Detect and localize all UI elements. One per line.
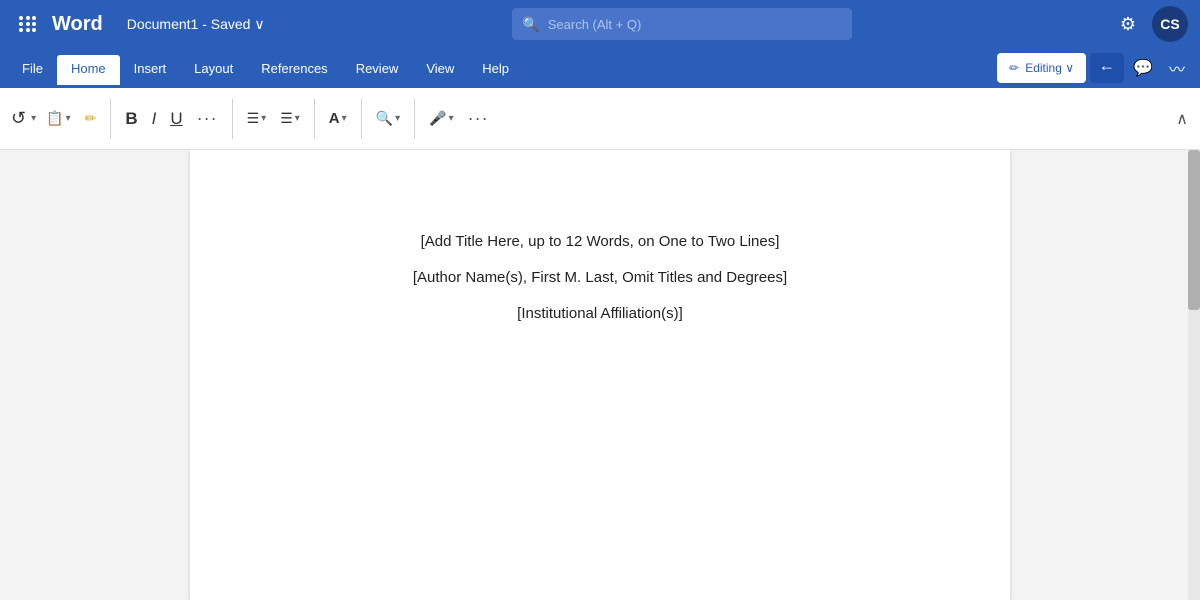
- menu-item-review[interactable]: Review: [342, 55, 413, 82]
- undo-icon: ↺: [11, 108, 26, 129]
- search-input[interactable]: [548, 17, 843, 32]
- collapse-icon: ∧: [1176, 111, 1188, 128]
- grid-icon: [19, 16, 37, 32]
- activity-button[interactable]: 〰: [1162, 53, 1192, 83]
- menu-item-layout[interactable]: Layout: [180, 55, 247, 82]
- bullet-list-button[interactable]: ☰ ▾: [241, 101, 273, 137]
- document-line-3[interactable]: [Institutional Affiliation(s)]: [517, 302, 683, 326]
- comment-button[interactable]: 💬: [1128, 53, 1158, 83]
- align-dropdown-icon: ▾: [295, 113, 300, 124]
- pencil-icon: ✏: [1009, 61, 1019, 75]
- document-line-1[interactable]: [Add Title Here, up to 12 Words, on One …: [421, 230, 780, 254]
- document-line-2[interactable]: [Author Name(s), First M. Last, Omit Tit…: [413, 266, 787, 290]
- ribbon-separator-1: [110, 99, 111, 139]
- font-color-button[interactable]: A ▾: [323, 101, 353, 137]
- document-area: [Add Title Here, up to 12 Words, on One …: [0, 150, 1200, 600]
- settings-button[interactable]: ⚙: [1112, 8, 1144, 40]
- bullet-list-icon: ☰: [247, 110, 260, 127]
- undo-button[interactable]: ↺: [8, 101, 29, 137]
- font-color-dropdown-icon: ▾: [342, 113, 347, 124]
- ribbon-separator-5: [414, 99, 415, 139]
- menu-bar: File Home Insert Layout References Revie…: [0, 48, 1200, 88]
- italic-icon: I: [152, 109, 157, 129]
- find-icon: 🔍: [376, 110, 393, 127]
- undo-group: ↺ ▾: [8, 101, 38, 137]
- title-bar-right: ⚙ CS: [1112, 6, 1188, 42]
- editing-button[interactable]: ✏ Editing ∨: [997, 53, 1086, 83]
- title-bar: Word Document1 - Saved ∨ 🔍 ⚙ CS: [0, 0, 1200, 48]
- document-title[interactable]: Document1 - Saved ∨: [127, 16, 265, 33]
- dictate-dropdown-icon: ▾: [449, 113, 454, 124]
- menu-item-help[interactable]: Help: [468, 55, 523, 82]
- ribbon-end: ∧: [1172, 105, 1192, 133]
- italic-button[interactable]: I: [146, 101, 163, 137]
- menu-item-file[interactable]: File: [8, 55, 57, 82]
- share-icon: ↑: [1098, 64, 1116, 72]
- grid-icon-button[interactable]: [12, 8, 44, 40]
- avatar[interactable]: CS: [1152, 6, 1188, 42]
- menu-item-view[interactable]: View: [412, 55, 468, 82]
- ribbon-separator-2: [232, 99, 233, 139]
- menu-item-references[interactable]: References: [247, 55, 341, 82]
- align-icon: ☰: [280, 110, 293, 127]
- find-button[interactable]: 🔍 ▾: [370, 101, 406, 137]
- ribbon-collapse-button[interactable]: ∧: [1172, 105, 1192, 133]
- bold-button[interactable]: B: [119, 101, 143, 137]
- extra-icon: ···: [468, 108, 489, 129]
- comment-icon: 💬: [1133, 58, 1153, 78]
- scrollbar[interactable]: [1188, 150, 1200, 600]
- more-formatting-icon: ···: [197, 108, 218, 129]
- menu-item-insert[interactable]: Insert: [120, 55, 181, 82]
- ribbon: ↺ ▾ 📋 ▾ ✏ B I U ··· ☰ ▾ ☰ ▾: [0, 88, 1200, 150]
- app-name: Word: [52, 13, 103, 36]
- search-icon: 🔍: [522, 16, 539, 33]
- extra-button[interactable]: ···: [462, 101, 495, 137]
- undo-dropdown-button[interactable]: ▾: [29, 101, 38, 137]
- scrollbar-thumb[interactable]: [1188, 150, 1200, 310]
- page[interactable]: [Add Title Here, up to 12 Words, on One …: [190, 150, 1010, 600]
- settings-icon: ⚙: [1120, 14, 1136, 35]
- bullet-list-dropdown-icon: ▾: [261, 113, 266, 124]
- activity-icon: 〰: [1169, 56, 1185, 80]
- ribbon-separator-4: [361, 99, 362, 139]
- bold-icon: B: [125, 109, 137, 129]
- ribbon-separator-3: [314, 99, 315, 139]
- font-color-icon: A: [329, 110, 340, 127]
- menu-item-home[interactable]: Home: [57, 55, 120, 82]
- format-painter-icon: ✏: [85, 110, 97, 127]
- find-dropdown-icon: ▾: [395, 113, 400, 124]
- more-formatting-button[interactable]: ···: [191, 101, 224, 137]
- clipboard-dropdown-icon: ▾: [66, 113, 71, 124]
- format-painter-button[interactable]: ✏: [79, 101, 103, 137]
- clipboard-button[interactable]: 📋 ▾: [40, 101, 76, 137]
- undo-dropdown-icon: ▾: [31, 113, 36, 124]
- align-button[interactable]: ☰ ▾: [274, 101, 306, 137]
- dictate-button[interactable]: 🎤 ▾: [423, 101, 459, 137]
- search-bar[interactable]: 🔍: [512, 8, 852, 40]
- underline-icon: U: [170, 109, 182, 129]
- share-button[interactable]: ↑: [1090, 53, 1124, 83]
- microphone-icon: 🎤: [429, 110, 446, 127]
- underline-button[interactable]: U: [164, 101, 188, 137]
- menu-right: ✏ Editing ∨ ↑ 💬 〰: [997, 53, 1192, 83]
- clipboard-icon: 📋: [46, 110, 63, 127]
